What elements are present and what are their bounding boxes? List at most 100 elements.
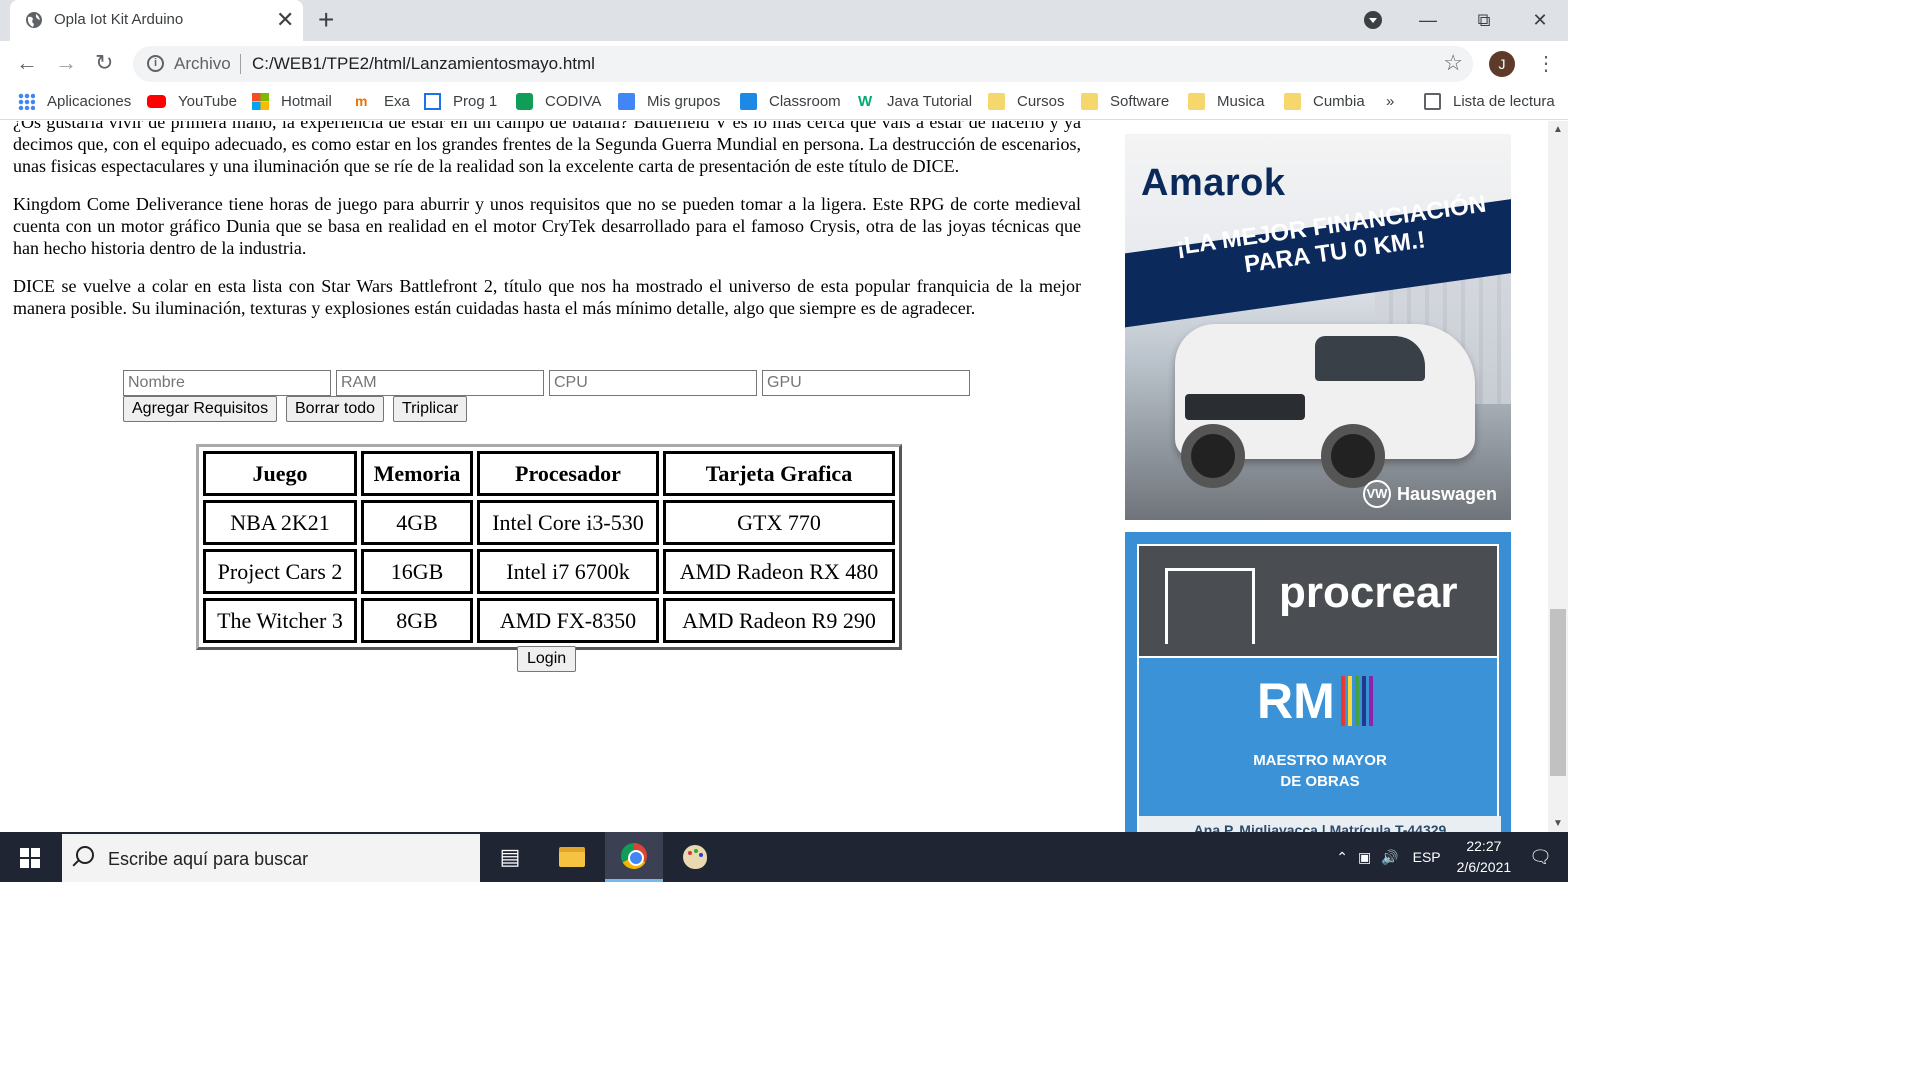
requirements-table: Juego Memoria Procesador Tarjeta Grafica… xyxy=(196,444,902,650)
bookmark-codiva[interactable]: CODIVA xyxy=(516,93,601,110)
bookmarks-bar: Aplicaciones YouTube Hotmail m Exa Prog … xyxy=(0,86,1568,120)
bookmark-label: Aplicaciones xyxy=(47,93,132,110)
triplicar-button[interactable]: Triplicar xyxy=(393,396,468,422)
scrollbar-thumb[interactable] xyxy=(1550,609,1566,776)
address-bar[interactable]: i Archivo C:/WEB1/TPE2/html/Lanzamientos… xyxy=(133,46,1473,82)
ad-title: Amarok xyxy=(1141,162,1286,204)
task-view-icon[interactable]: ▤ xyxy=(481,832,539,882)
taskbar-search-placeholder: Escribe aquí para buscar xyxy=(108,849,309,869)
borrar-todo-button[interactable]: Borrar todo xyxy=(286,396,385,422)
agregar-requisitos-button[interactable]: Agregar Requisitos xyxy=(123,396,278,422)
login-button[interactable]: Login xyxy=(517,646,577,672)
bookmark-label: Mis grupos xyxy=(647,93,721,110)
procrear-ad-banner[interactable]: procrear RM MAESTRO MAYOR DE OBRAS Ana P… xyxy=(1125,532,1511,832)
clock[interactable]: 22:27 2/6/2021 xyxy=(1457,836,1512,878)
bookmark-java-tutorial[interactable]: W Java Tutorial xyxy=(858,93,972,110)
menu-kebab-icon[interactable]: ⋮ xyxy=(1536,51,1556,77)
table-cell: Intel i7 6700k xyxy=(477,549,659,594)
vertical-scrollbar[interactable]: ▲ ▼ xyxy=(1548,121,1568,832)
gpu-input[interactable] xyxy=(762,370,970,396)
table-header-row: Juego Memoria Procesador Tarjeta Grafica xyxy=(203,451,895,496)
cpu-input[interactable] xyxy=(549,370,757,396)
bookmark-folder-software[interactable]: Software xyxy=(1081,93,1169,110)
browser-tab[interactable]: Opla Iot Kit Arduino ✕ xyxy=(10,0,303,41)
bookmark-youtube[interactable]: YouTube xyxy=(147,93,237,110)
minimize-icon[interactable]: — xyxy=(1400,10,1456,31)
bookmark-exa[interactable]: m Exa xyxy=(355,93,410,110)
tray-chevron-up-icon[interactable]: ⌃ xyxy=(1336,849,1348,866)
globe-icon xyxy=(26,12,42,28)
info-icon[interactable]: i xyxy=(147,55,164,72)
table-cell: The Witcher 3 xyxy=(203,598,357,643)
back-arrow-icon[interactable]: ← xyxy=(16,51,38,75)
table-cell: 16GB xyxy=(361,549,473,594)
groups-icon xyxy=(618,93,635,110)
bookmark-star-icon[interactable]: ☆ xyxy=(1443,50,1463,76)
bookmark-label: Software xyxy=(1110,93,1170,110)
chrome-taskbar-icon[interactable] xyxy=(605,832,663,882)
apps-grid-icon xyxy=(18,93,35,110)
truck-wheel xyxy=(1321,424,1385,488)
bookmark-label: Java Tutorial xyxy=(887,93,973,110)
bookmark-label: Musica xyxy=(1217,93,1265,110)
scroll-up-icon[interactable]: ▲ xyxy=(1553,124,1563,135)
tab-strip: Opla Iot Kit Arduino ✕ + — ⧉ ✕ xyxy=(0,0,1568,41)
color-stripes-icon xyxy=(1340,676,1376,726)
article-paragraph: DICE se vuelve a colar en esta lista con… xyxy=(13,276,1081,318)
forward-arrow-icon[interactable]: → xyxy=(55,51,77,75)
ram-input[interactable] xyxy=(336,370,544,396)
restore-icon[interactable]: ⧉ xyxy=(1456,10,1512,31)
bookmark-folder-musica[interactable]: Musica xyxy=(1188,93,1265,110)
notifications-icon[interactable]: 🗨 xyxy=(1529,847,1552,868)
bookmark-classroom[interactable]: Classroom xyxy=(740,93,841,110)
paint-taskbar-icon[interactable] xyxy=(666,832,724,882)
url-text[interactable]: C:/WEB1/TPE2/html/Lanzamientosmayo.html xyxy=(252,54,595,74)
windows-taskbar: Escribe aquí para buscar ▤ ⌃ ▣ 🔊 ESP 22:… xyxy=(0,832,1568,882)
table-row: The Witcher 3 8GB AMD FX-8350 AMD Radeon… xyxy=(203,598,895,643)
tab-close-icon[interactable]: ✕ xyxy=(276,7,294,33)
taskbar-search-box[interactable]: Escribe aquí para buscar xyxy=(62,834,480,882)
scroll-down-icon[interactable]: ▼ xyxy=(1553,818,1563,829)
network-icon[interactable]: ▣ xyxy=(1358,849,1371,866)
ad-body-panel: RM MAESTRO MAYOR DE OBRAS Ana P. Migliav… xyxy=(1137,658,1501,832)
bookmark-hotmail[interactable]: Hotmail xyxy=(252,93,332,110)
truck-windshield xyxy=(1315,336,1425,381)
tab-title: Opla Iot Kit Arduino xyxy=(54,11,184,28)
bookmark-aplicaciones[interactable]: Aplicaciones xyxy=(18,93,131,110)
table-row: NBA 2K21 4GB Intel Core i3-530 GTX 770 xyxy=(203,500,895,545)
reading-list-button[interactable]: Lista de lectura xyxy=(1424,93,1555,110)
bookmark-label: YouTube xyxy=(178,93,237,110)
bookmark-mis-grupos[interactable]: Mis grupos xyxy=(618,93,720,110)
new-tab-button[interactable]: + xyxy=(318,5,334,35)
bookmarks-overflow-button[interactable]: » xyxy=(1386,93,1394,110)
building-icon xyxy=(1165,568,1255,644)
w3schools-icon: W xyxy=(858,93,873,110)
article-paragraph: Kingdom Come Deliverance tiene horas de … xyxy=(13,194,1081,258)
volume-icon[interactable]: 🔊 xyxy=(1381,849,1398,866)
table-cell: 8GB xyxy=(361,598,473,643)
column-header: Procesador xyxy=(477,451,659,496)
profile-avatar[interactable]: J xyxy=(1489,51,1515,77)
windows-start-icon[interactable] xyxy=(20,848,40,868)
language-indicator[interactable]: ESP xyxy=(1413,849,1441,865)
bookmark-label: Classroom xyxy=(769,93,841,110)
bookmark-folder-cumbia[interactable]: Cumbia xyxy=(1284,93,1365,110)
file-explorer-icon[interactable] xyxy=(543,832,601,882)
table-cell: GTX 770 xyxy=(663,500,895,545)
folder-icon xyxy=(988,93,1005,110)
amarok-ad-banner[interactable]: Amarok ¡LA MEJOR FINANCIACIÓN PARA TU 0 … xyxy=(1125,134,1511,520)
truck-grille xyxy=(1185,394,1305,420)
bookmark-prog1[interactable]: Prog 1 xyxy=(424,93,497,110)
clock-date: 2/6/2021 xyxy=(1456,859,1512,875)
bookmark-label: Cumbia xyxy=(1313,93,1365,110)
tab-search-icon[interactable] xyxy=(1364,11,1382,29)
table-row: Project Cars 2 16GB Intel i7 6700k AMD R… xyxy=(203,549,895,594)
close-window-icon[interactable]: ✕ xyxy=(1512,10,1568,31)
bookmark-label: Hotmail xyxy=(281,93,332,110)
folder-icon xyxy=(1081,93,1098,110)
bookmark-folder-cursos[interactable]: Cursos xyxy=(988,93,1065,110)
nombre-input[interactable] xyxy=(123,370,331,396)
calendar-icon xyxy=(424,93,441,110)
reload-icon[interactable]: ↻ xyxy=(95,51,113,75)
ad-header-panel: procrear xyxy=(1137,544,1499,658)
